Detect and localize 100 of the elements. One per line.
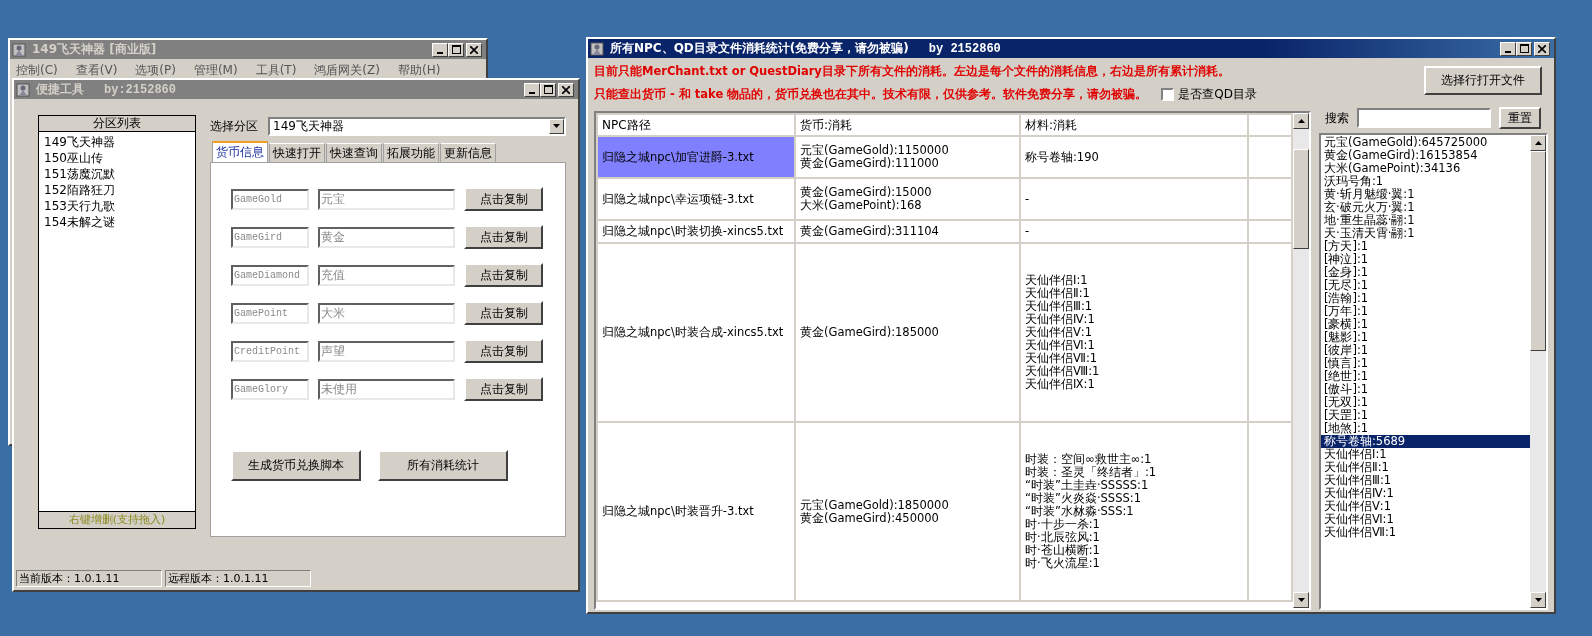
total-item[interactable]: 大米(GamePoint):34136	[1321, 162, 1530, 175]
app-icon	[16, 82, 30, 97]
total-item[interactable]: 黄·斩月魅缎·翼:1	[1321, 188, 1530, 201]
name-field[interactable]: 大米	[318, 302, 455, 324]
name-field[interactable]: 声望	[318, 340, 455, 362]
minimize-button[interactable]	[1500, 41, 1516, 56]
total-item[interactable]: [地煞]:1	[1321, 422, 1530, 435]
path-cell[interactable]: 归隐之城npc\幸运项链-3.txt	[597, 178, 795, 220]
total-item[interactable]: 天仙伴侣Ⅶ:1	[1321, 526, 1530, 539]
path-cell[interactable]: 归隐之城npc\时装合成-xincs5.txt	[597, 243, 795, 422]
code-field[interactable]: CreditPoint	[231, 340, 309, 362]
total-item[interactable]: 天仙伴侣Ⅲ:1	[1321, 474, 1530, 487]
code-field[interactable]: GameGlory	[231, 378, 309, 400]
tab[interactable]: 快速打开	[269, 143, 325, 162]
minimize-button[interactable]	[432, 42, 448, 57]
code-field[interactable]: GameGird	[231, 226, 309, 248]
menu-item[interactable]: 帮助(H)	[397, 62, 441, 79]
total-item[interactable]: [神泣]:1	[1321, 253, 1530, 266]
list-item[interactable]: 149飞天神器	[44, 134, 190, 150]
total-item[interactable]: 沃玛号角:1	[1321, 175, 1530, 188]
scrollbar[interactable]	[1530, 135, 1546, 608]
reset-button[interactable]: 重置	[1499, 107, 1541, 129]
path-cell[interactable]: 归隐之城npc\时装切换-xincs5.txt	[597, 220, 795, 243]
total-item[interactable]: [绝世]:1	[1321, 370, 1530, 383]
total-item[interactable]: 天仙伴侣Ⅵ:1	[1321, 513, 1530, 526]
total-item[interactable]: 元宝(GameGold):645725000	[1321, 136, 1530, 149]
close-button[interactable]	[558, 82, 574, 97]
material-entry: 天仙伴侣Ⅵ:1	[1025, 339, 1096, 352]
total-item[interactable]: [慎言]:1	[1321, 357, 1530, 370]
close-icon	[562, 85, 570, 94]
menu-item[interactable]: 鸿盾网关(Z)	[314, 62, 380, 79]
total-item[interactable]: 称号卷轴:5689	[1321, 435, 1530, 448]
menu-item[interactable]: 查看(V)	[75, 62, 118, 79]
list-item[interactable]: 154未解之谜	[44, 214, 190, 230]
action-button[interactable]: 生成货币兑换脚本	[231, 450, 361, 481]
list-item[interactable]: 150巫山传	[44, 150, 190, 166]
total-item[interactable]: 天仙伴侣Ⅳ:1	[1321, 487, 1530, 500]
search-field[interactable]	[1357, 108, 1491, 128]
copy-button[interactable]: 点击复制	[464, 187, 543, 211]
material-entry: “时装”土圭垚·SSSSS:1	[1025, 479, 1150, 492]
total-item[interactable]: 玄·破元火万·翼:1	[1321, 201, 1530, 214]
name-field[interactable]: 未使用	[318, 378, 455, 400]
list-item[interactable]: 153天行九歌	[44, 198, 190, 214]
total-item[interactable]: 天仙伴侣Ⅱ:1	[1321, 461, 1530, 474]
open-file-button[interactable]: 选择行打开文件	[1424, 66, 1542, 95]
total-item[interactable]: [无尽]:1	[1321, 279, 1530, 292]
total-item[interactable]: 黄金(GameGird):16153854	[1321, 149, 1530, 162]
partition-dropdown[interactable]: 149飞天神器	[268, 116, 566, 136]
maximize-button[interactable]	[1516, 41, 1532, 56]
total-item[interactable]: [万年]:1	[1321, 305, 1530, 318]
name-field[interactable]: 黄金	[318, 226, 455, 248]
action-button[interactable]: 所有消耗统计	[378, 450, 508, 481]
menu-item[interactable]: 控制(C)	[16, 62, 58, 79]
total-item[interactable]: 天仙伴侣Ⅰ:1	[1321, 448, 1530, 461]
total-item[interactable]: [豪横]:1	[1321, 318, 1530, 331]
copy-button[interactable]: 点击复制	[464, 377, 543, 401]
path-cell[interactable]: 归隐之城npc\时装晋升-3.txt	[597, 422, 795, 601]
tab[interactable]: 拓展功能	[383, 143, 439, 162]
total-item[interactable]: [浩翰]:1	[1321, 292, 1530, 305]
checkbox[interactable]	[1161, 88, 1175, 101]
copy-button[interactable]: 点击复制	[464, 301, 543, 325]
total-item[interactable]: [彼岸]:1	[1321, 344, 1530, 357]
total-item[interactable]: [天罡]:1	[1321, 409, 1530, 422]
path-cell[interactable]: 归隐之城npc\加官进爵-3.txt	[597, 136, 795, 178]
total-item[interactable]: [方天]:1	[1321, 240, 1530, 253]
close-button[interactable]	[466, 42, 482, 57]
total-item[interactable]: 天仙伴侣Ⅴ:1	[1321, 500, 1530, 513]
tab[interactable]: 货币信息	[212, 141, 268, 162]
copy-button[interactable]: 点击复制	[464, 263, 543, 287]
total-item[interactable]: 天·玉清天霄·翮:1	[1321, 227, 1530, 240]
scroll-thumb[interactable]	[1293, 149, 1309, 249]
name-field[interactable]: 元宝	[318, 188, 455, 210]
total-item[interactable]: [无双]:1	[1321, 396, 1530, 409]
total-item[interactable]: [金身]:1	[1321, 266, 1530, 279]
total-item[interactable]: 地·重生晶蕊·翮:1	[1321, 214, 1530, 227]
code-field[interactable]: GamePoint	[231, 302, 309, 324]
scrollbar[interactable]	[1293, 113, 1309, 608]
menu-item[interactable]: 选项(P)	[135, 62, 176, 79]
total-item[interactable]: [魅影]:1	[1321, 331, 1530, 344]
code-field[interactable]: GameDiamond	[231, 264, 309, 286]
currency-entry: 黄金(GameGird):311104	[800, 225, 940, 238]
material-entry: “时装”水沝淼·SSS:1	[1025, 505, 1135, 518]
name-field[interactable]: 充值	[318, 264, 455, 286]
code-field[interactable]: GameGold	[231, 188, 309, 210]
menu-item[interactable]: 工具(T)	[255, 62, 297, 79]
total-item[interactable]: [傲斗]:1	[1321, 383, 1530, 396]
close-button[interactable]	[1534, 41, 1550, 56]
material-entry: -	[1025, 192, 1031, 206]
menu-item[interactable]: 管理(M)	[193, 62, 238, 79]
maximize-button[interactable]	[540, 82, 556, 97]
minimize-button[interactable]	[524, 82, 540, 97]
column-header: 材料:消耗	[1020, 114, 1248, 136]
copy-button[interactable]: 点击复制	[464, 225, 543, 249]
list-item[interactable]: 152陌路狂刀	[44, 182, 190, 198]
maximize-button[interactable]	[448, 42, 464, 57]
tab[interactable]: 快速查询	[326, 143, 382, 162]
list-item[interactable]: 151荡魔沉默	[44, 166, 190, 182]
scroll-thumb[interactable]	[1530, 151, 1546, 351]
copy-button[interactable]: 点击复制	[464, 339, 543, 363]
tab[interactable]: 更新信息	[440, 143, 496, 162]
